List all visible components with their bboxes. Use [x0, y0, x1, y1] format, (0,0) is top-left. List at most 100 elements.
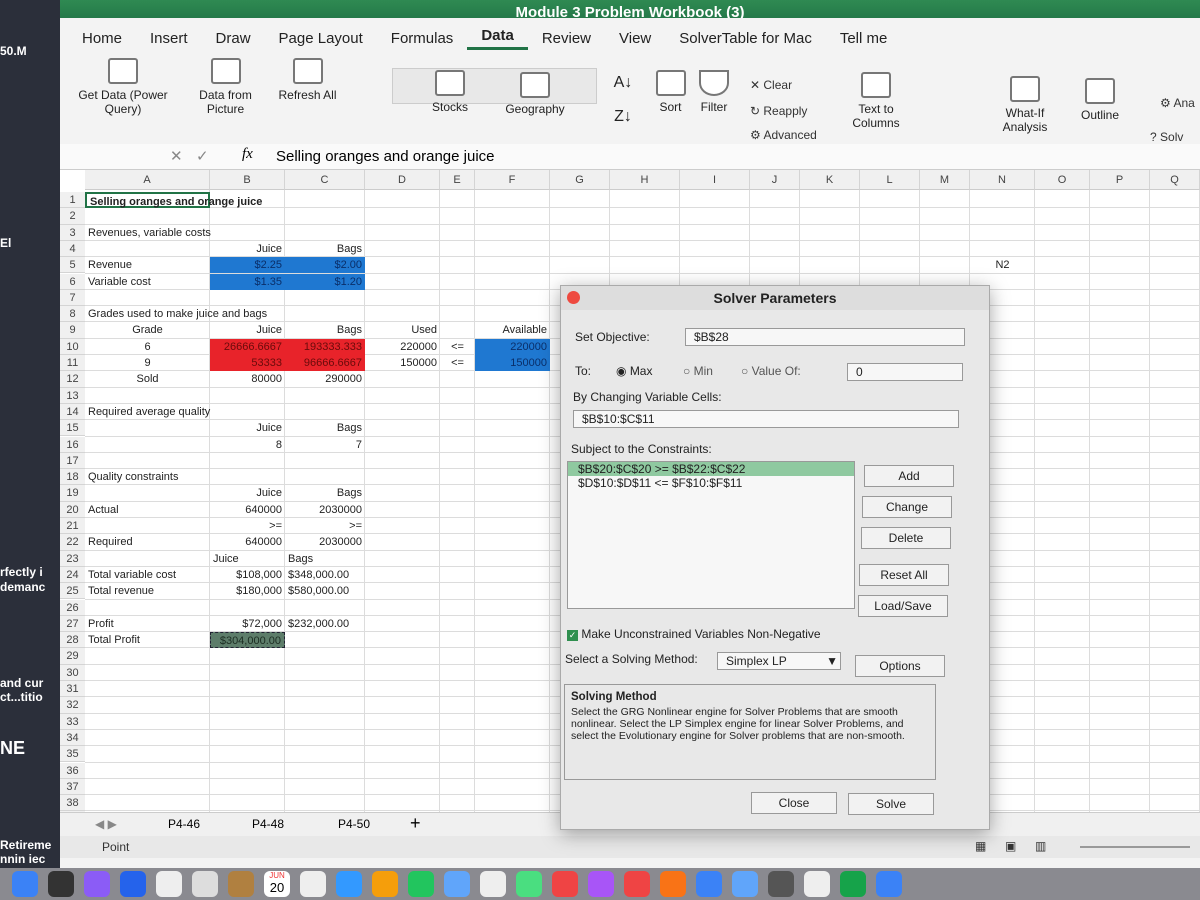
dock-app-icon[interactable]: [192, 871, 218, 897]
column-header-J[interactable]: J: [750, 170, 800, 190]
clear-button[interactable]: ✕ Clear: [750, 78, 792, 92]
cell-B9[interactable]: Juice: [210, 322, 285, 338]
get-data-button[interactable]: Get Data (Power Query): [68, 58, 178, 116]
tab-insert[interactable]: Insert: [136, 30, 202, 47]
tab-draw[interactable]: Draw: [202, 30, 265, 47]
cell-B22[interactable]: 640000: [210, 534, 285, 550]
add-button[interactable]: Add: [864, 465, 954, 487]
value-of-radio[interactable]: ○ Value Of:: [741, 364, 801, 378]
column-header-L[interactable]: L: [860, 170, 920, 190]
cell-D10[interactable]: 220000: [365, 339, 440, 355]
cell-C10[interactable]: 193333.333: [285, 338, 365, 355]
cell-B25[interactable]: $180,000: [210, 583, 285, 599]
cell-C23[interactable]: Bags: [285, 551, 365, 567]
cell-B21[interactable]: >=: [210, 518, 285, 534]
row-header-11[interactable]: 11: [60, 355, 85, 372]
cell-B15[interactable]: Juice: [210, 420, 285, 436]
cell-C20[interactable]: 2030000: [285, 502, 365, 518]
tab-view[interactable]: View: [605, 30, 665, 47]
cell-A1[interactable]: Selling oranges and orange juice: [85, 192, 262, 208]
row-header-1[interactable]: 1: [60, 192, 85, 209]
sort-descending-icon[interactable]: Z↓: [608, 109, 638, 125]
cell-A25[interactable]: Total revenue: [85, 583, 210, 599]
cell-C22[interactable]: 2030000: [285, 534, 365, 550]
row-header-13[interactable]: 13: [60, 387, 85, 404]
cell-A22[interactable]: Required: [85, 534, 210, 550]
cell-D9[interactable]: Used: [365, 322, 440, 338]
set-objective-input[interactable]: $B$28: [685, 328, 965, 346]
column-header-K[interactable]: K: [800, 170, 860, 190]
cell-A18[interactable]: Quality constraints: [85, 469, 210, 485]
refresh-all-button[interactable]: Refresh All: [275, 58, 340, 102]
row-header-2[interactable]: 2: [60, 208, 85, 225]
sheet-tab-p4-50[interactable]: P4-50: [338, 817, 370, 831]
row-header-33[interactable]: 33: [60, 713, 85, 730]
changing-cells-input[interactable]: $B$10:$C$11: [573, 410, 959, 428]
min-radio[interactable]: ○ Min: [683, 364, 713, 378]
cell-B23[interactable]: Juice: [210, 551, 285, 567]
column-header-B[interactable]: B: [210, 170, 285, 190]
dock-app-icon[interactable]: [372, 871, 398, 897]
formula-input[interactable]: Selling oranges and orange juice: [276, 148, 495, 165]
outline-button[interactable]: Outline: [1070, 78, 1130, 122]
row-header-23[interactable]: 23: [60, 550, 85, 567]
cell-A3[interactable]: Revenues, variable costs: [85, 225, 211, 241]
nonnegative-checkbox[interactable]: ✓ Make Unconstrained Variables Non-Negat…: [567, 627, 821, 641]
cell-C9[interactable]: Bags: [285, 322, 365, 338]
fx-icon[interactable]: fx: [242, 146, 253, 163]
cell-B16[interactable]: 8: [210, 437, 285, 453]
filter-button[interactable]: Filter: [694, 70, 734, 114]
cell-C16[interactable]: 7: [285, 437, 365, 453]
row-header-15[interactable]: 15: [60, 420, 85, 437]
row-header-37[interactable]: 37: [60, 778, 85, 796]
dock-app-icon[interactable]: [156, 871, 182, 897]
cell-C15[interactable]: Bags: [285, 420, 365, 436]
row-header-14[interactable]: 14: [60, 403, 85, 421]
row-header-30[interactable]: 30: [60, 664, 85, 681]
row-header-7[interactable]: 7: [60, 289, 85, 307]
advanced-button[interactable]: ⚙ Advanced: [750, 128, 817, 142]
cell-D11[interactable]: 150000: [365, 355, 440, 371]
solver-button[interactable]: ? Solv: [1150, 130, 1183, 144]
cell-A12[interactable]: Sold: [85, 371, 210, 387]
dock-app-icon[interactable]: [408, 871, 434, 897]
row-header-10[interactable]: 10: [60, 338, 85, 355]
tab-page-layout[interactable]: Page Layout: [265, 30, 377, 47]
text-to-columns-button[interactable]: Text to Columns: [845, 72, 907, 130]
close-window-icon[interactable]: [567, 291, 580, 304]
cell-B5[interactable]: $2.25: [210, 257, 285, 274]
value-of-input[interactable]: 0: [847, 363, 963, 381]
close-button[interactable]: Close: [751, 792, 837, 814]
cell-B10[interactable]: 26666.6667: [210, 338, 285, 355]
dock-app-icon[interactable]: [120, 871, 146, 897]
column-header-O[interactable]: O: [1035, 170, 1090, 190]
row-header-18[interactable]: 18: [60, 469, 85, 486]
max-radio[interactable]: ◉ Max: [616, 364, 652, 378]
cell-A20[interactable]: Actual: [85, 502, 210, 518]
row-header-16[interactable]: 16: [60, 436, 85, 453]
tab-data[interactable]: Data: [467, 27, 528, 50]
cell-A11[interactable]: 9: [85, 355, 210, 371]
constraint-item[interactable]: $B$20:$C$20 >= $B$22:$C$22: [568, 462, 854, 476]
sheet-tab-p4-46[interactable]: P4-46: [168, 817, 200, 831]
solving-method-select[interactable]: Simplex LP ▼: [717, 652, 841, 670]
cell-C11[interactable]: 96666.6667: [285, 355, 365, 371]
tab-solvertable-for-mac[interactable]: SolverTable for Mac: [665, 30, 826, 47]
tab-home[interactable]: Home: [68, 30, 136, 47]
solve-button[interactable]: Solve: [848, 793, 934, 815]
dock-app-icon[interactable]: [624, 871, 650, 897]
cell-C5[interactable]: $2.00: [285, 257, 365, 274]
confirm-formula-icon[interactable]: ✓: [196, 147, 209, 165]
dock-app-icon[interactable]: [768, 871, 794, 897]
change-button[interactable]: Change: [862, 496, 952, 518]
row-header-36[interactable]: 36: [60, 762, 85, 779]
cell-C4[interactable]: Bags: [285, 241, 365, 257]
cell-C6[interactable]: $1.20: [285, 273, 365, 290]
dock-app-icon[interactable]: [696, 871, 722, 897]
dock-app-icon[interactable]: [444, 871, 470, 897]
cell-B24[interactable]: $108,000: [210, 567, 285, 583]
cell-C21[interactable]: >=: [285, 518, 365, 534]
row-header-26[interactable]: 26: [60, 599, 85, 616]
cell-E11[interactable]: <=: [440, 355, 475, 371]
cell-F10[interactable]: 220000: [475, 338, 550, 355]
